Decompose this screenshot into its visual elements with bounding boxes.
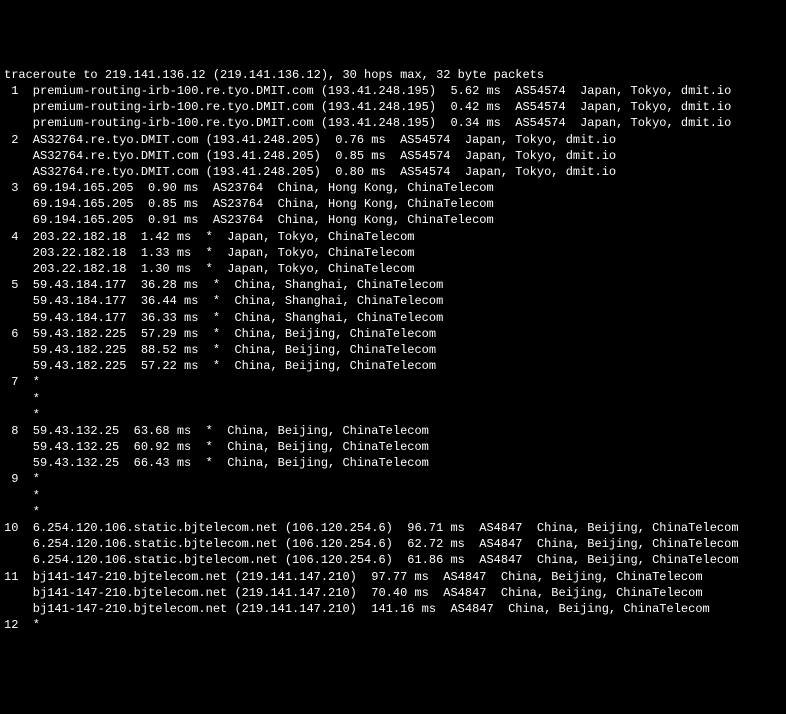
- traceroute-line: 2 AS32764.re.tyo.DMIT.com (193.41.248.20…: [4, 132, 782, 148]
- traceroute-line: bj141-147-210.bjtelecom.net (219.141.147…: [4, 601, 782, 617]
- traceroute-line: 203.22.182.18 1.30 ms * Japan, Tokyo, Ch…: [4, 261, 782, 277]
- traceroute-line: *: [4, 391, 782, 407]
- traceroute-line: 9 *: [4, 471, 782, 487]
- traceroute-line: 59.43.182.225 57.22 ms * China, Beijing,…: [4, 358, 782, 374]
- traceroute-line: AS32764.re.tyo.DMIT.com (193.41.248.205)…: [4, 164, 782, 180]
- traceroute-line: 10 6.254.120.106.static.bjtelecom.net (1…: [4, 520, 782, 536]
- traceroute-line: 69.194.165.205 0.91 ms AS23764 China, Ho…: [4, 212, 782, 228]
- traceroute-line: 1 premium-routing-irb-100.re.tyo.DMIT.co…: [4, 83, 782, 99]
- traceroute-line: 3 69.194.165.205 0.90 ms AS23764 China, …: [4, 180, 782, 196]
- traceroute-output: 1 premium-routing-irb-100.re.tyo.DMIT.co…: [4, 83, 782, 633]
- traceroute-line: *: [4, 407, 782, 423]
- traceroute-line: premium-routing-irb-100.re.tyo.DMIT.com …: [4, 99, 782, 115]
- traceroute-line: bj141-147-210.bjtelecom.net (219.141.147…: [4, 585, 782, 601]
- traceroute-line: 6.254.120.106.static.bjtelecom.net (106.…: [4, 536, 782, 552]
- traceroute-line: 11 bj141-147-210.bjtelecom.net (219.141.…: [4, 569, 782, 585]
- traceroute-line: premium-routing-irb-100.re.tyo.DMIT.com …: [4, 115, 782, 131]
- traceroute-line: 59.43.182.225 88.52 ms * China, Beijing,…: [4, 342, 782, 358]
- traceroute-line: 59.43.132.25 66.43 ms * China, Beijing, …: [4, 455, 782, 471]
- traceroute-line: 59.43.184.177 36.44 ms * China, Shanghai…: [4, 293, 782, 309]
- traceroute-line: 12 *: [4, 617, 782, 633]
- traceroute-line: 4 203.22.182.18 1.42 ms * Japan, Tokyo, …: [4, 229, 782, 245]
- traceroute-line: 59.43.132.25 60.92 ms * China, Beijing, …: [4, 439, 782, 455]
- traceroute-line: 7 *: [4, 374, 782, 390]
- traceroute-header: traceroute to 219.141.136.12 (219.141.13…: [4, 67, 782, 83]
- traceroute-line: 6.254.120.106.static.bjtelecom.net (106.…: [4, 552, 782, 568]
- traceroute-line: 203.22.182.18 1.33 ms * Japan, Tokyo, Ch…: [4, 245, 782, 261]
- traceroute-line: 59.43.184.177 36.33 ms * China, Shanghai…: [4, 310, 782, 326]
- traceroute-line: 5 59.43.184.177 36.28 ms * China, Shangh…: [4, 277, 782, 293]
- traceroute-line: 6 59.43.182.225 57.29 ms * China, Beijin…: [4, 326, 782, 342]
- traceroute-line: 69.194.165.205 0.85 ms AS23764 China, Ho…: [4, 196, 782, 212]
- traceroute-line: *: [4, 488, 782, 504]
- traceroute-line: *: [4, 504, 782, 520]
- traceroute-line: 8 59.43.132.25 63.68 ms * China, Beijing…: [4, 423, 782, 439]
- traceroute-line: AS32764.re.tyo.DMIT.com (193.41.248.205)…: [4, 148, 782, 164]
